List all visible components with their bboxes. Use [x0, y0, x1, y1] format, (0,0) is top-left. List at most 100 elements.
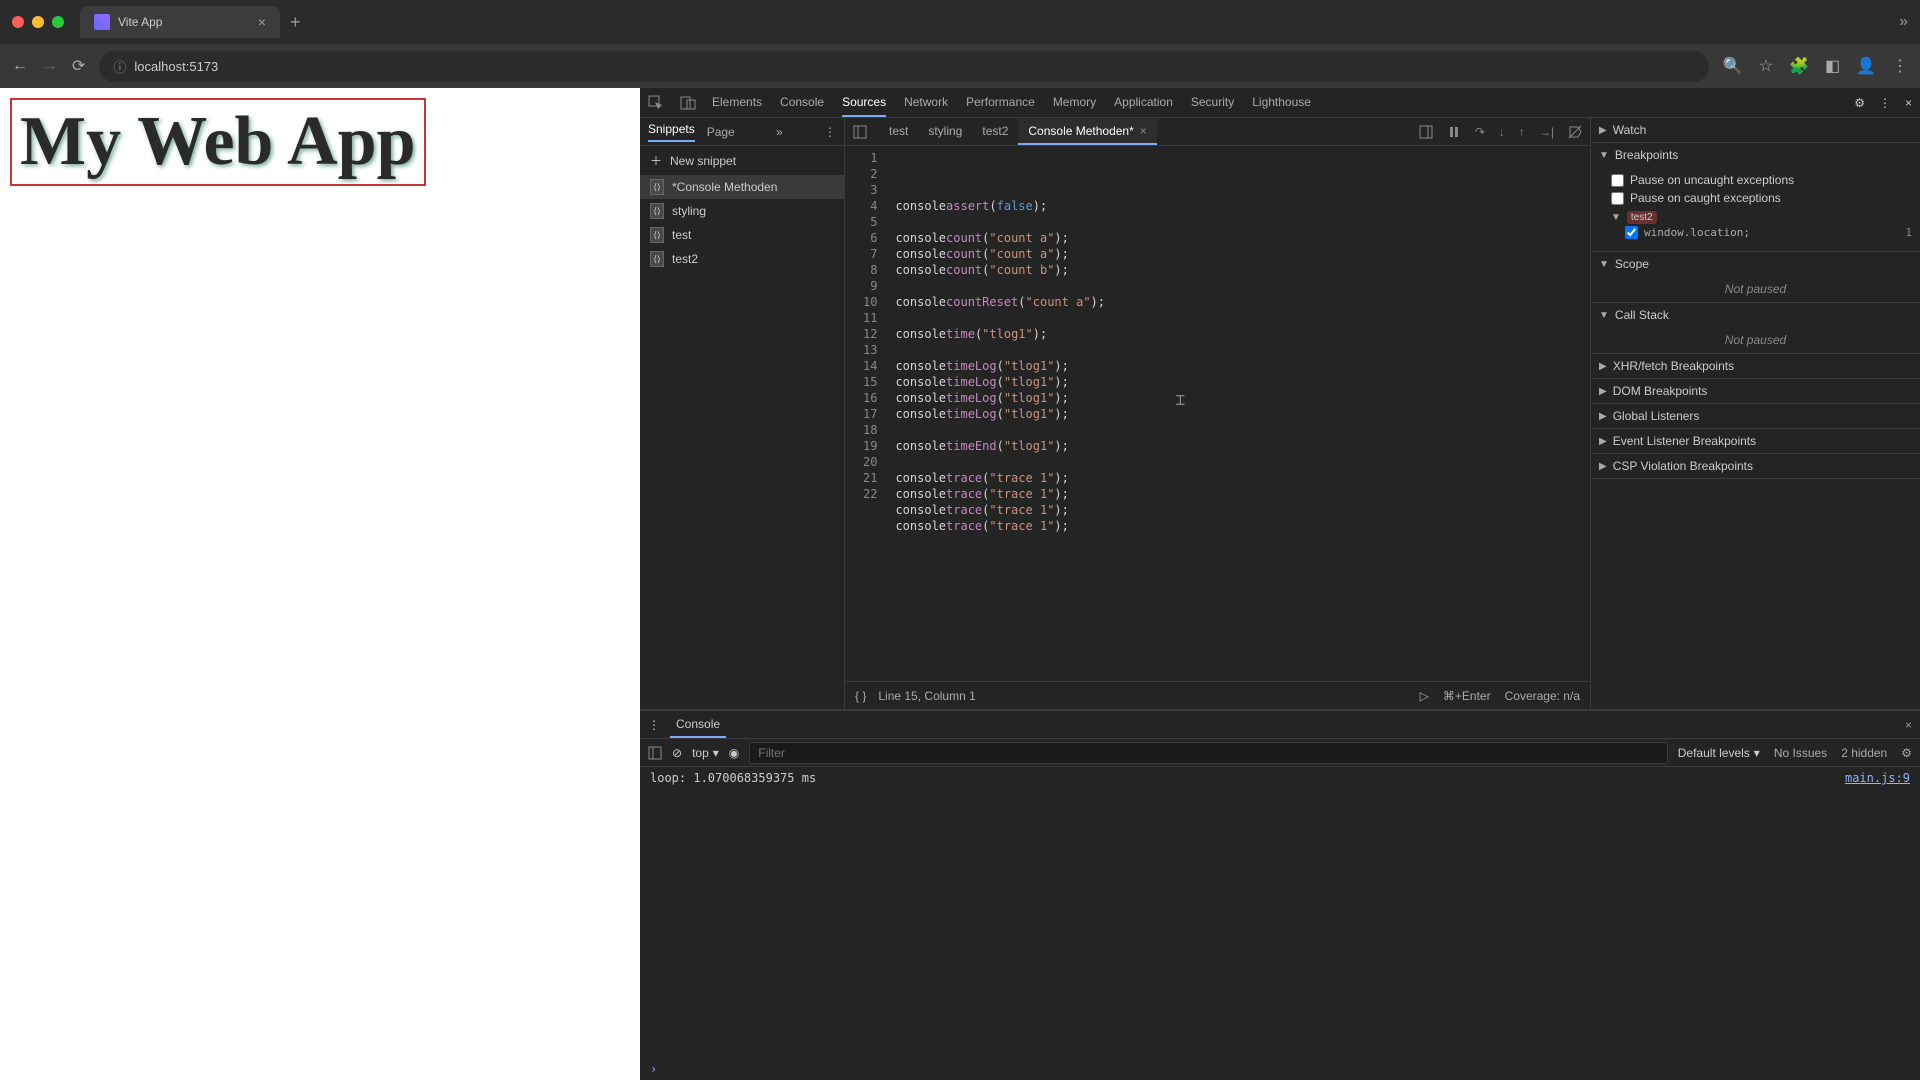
devtools-tab-console[interactable]: Console [780, 89, 824, 117]
maximize-window-icon[interactable] [52, 16, 64, 28]
code-line[interactable]: consoletimeLog("tlog1"); [895, 358, 1105, 374]
console-prompt[interactable]: › [640, 1058, 1920, 1080]
close-window-icon[interactable] [12, 16, 24, 28]
code-line[interactable] [895, 278, 1105, 294]
console-filter-input[interactable] [749, 742, 1667, 764]
extensions-icon[interactable]: 🧩 [1789, 56, 1809, 76]
pause-uncaught-checkbox[interactable] [1611, 174, 1624, 187]
minimize-window-icon[interactable] [32, 16, 44, 28]
code-line[interactable] [895, 214, 1105, 230]
code-line[interactable]: consoletimeLog("tlog1"); [895, 406, 1105, 422]
menu-icon[interactable]: ⋮ [1892, 56, 1908, 76]
code-line[interactable]: consoletime("tlog1"); [895, 326, 1105, 342]
code-line[interactable]: consoletrace("trace 1"); [895, 502, 1105, 518]
code-line[interactable] [895, 422, 1105, 438]
navigator-menu-icon[interactable]: ⋮ [824, 125, 836, 139]
code-line[interactable] [895, 342, 1105, 358]
watch-header[interactable]: ▶Watch [1591, 118, 1920, 142]
code-line[interactable]: consoletimeLog("tlog1"); [895, 390, 1105, 406]
log-levels-selector[interactable]: Default levels▾ [1678, 746, 1760, 760]
devtools-tab-elements[interactable]: Elements [712, 89, 762, 117]
csp-header[interactable]: ▶CSP Violation Breakpoints [1591, 454, 1920, 478]
navigator-more-icon[interactable]: » [776, 125, 783, 139]
snippets-tab[interactable]: Snippets [648, 122, 695, 142]
close-devtools-icon[interactable]: × [1905, 96, 1912, 110]
settings-icon[interactable]: ⚙ [1854, 96, 1865, 110]
forward-button[interactable]: → [42, 57, 58, 75]
close-tab-icon[interactable]: × [1140, 124, 1147, 138]
url-bar[interactable]: ⓘ localhost:5173 [99, 51, 1708, 82]
code-line[interactable]: consolecount("count a"); [895, 230, 1105, 246]
editor-tab[interactable]: test [879, 119, 918, 145]
live-expression-icon[interactable]: ◉ [729, 746, 739, 760]
devtools-tab-security[interactable]: Security [1191, 89, 1234, 117]
back-button[interactable]: ← [12, 57, 28, 75]
pause-uncaught-row[interactable]: Pause on uncaught exceptions [1611, 171, 1912, 189]
breakpoint-checkbox[interactable] [1625, 226, 1638, 239]
breakpoint-group-header[interactable]: ▼test2 [1611, 211, 1912, 224]
snippet-item[interactable]: ⟨⟩styling [640, 199, 844, 223]
drawer-menu-icon[interactable]: ⋮ [648, 718, 660, 732]
code-editor[interactable]: 12345678910111213141516171819202122 ⌶ co… [845, 146, 1590, 681]
snippet-item[interactable]: ⟨⟩test2 [640, 247, 844, 271]
sidepanel-icon[interactable]: ◧ [1825, 56, 1840, 76]
pause-caught-checkbox[interactable] [1611, 192, 1624, 205]
snippet-item[interactable]: ⟨⟩test [640, 223, 844, 247]
step-into-icon[interactable]: ↓ [1499, 125, 1505, 139]
code-line[interactable]: consoletrace("trace 1"); [895, 470, 1105, 486]
breakpoint-entry[interactable]: window.location;1 [1611, 224, 1912, 241]
inspect-element-icon[interactable] [648, 95, 664, 111]
chrome-expand-icon[interactable]: » [1899, 13, 1908, 31]
code-line[interactable]: consoletrace("trace 1"); [895, 518, 1105, 534]
step-icon[interactable]: →| [1539, 125, 1554, 139]
code-line[interactable] [895, 534, 1105, 550]
code-body[interactable]: ⌶ consoleassert(false); consolecount("co… [887, 146, 1113, 681]
pause-icon[interactable] [1447, 125, 1461, 139]
more-icon[interactable]: ⋮ [1879, 96, 1891, 110]
bookmark-icon[interactable]: ☆ [1759, 56, 1773, 76]
code-line[interactable]: consoletrace("trace 1"); [895, 486, 1105, 502]
devtools-tab-network[interactable]: Network [904, 89, 948, 117]
console-sidebar-icon[interactable] [648, 746, 662, 760]
snippet-item[interactable]: ⟨⟩*Console Methoden [640, 175, 844, 199]
devtools-tab-memory[interactable]: Memory [1053, 89, 1096, 117]
code-line[interactable]: consolecountReset("count a"); [895, 294, 1105, 310]
global-header[interactable]: ▶Global Listeners [1591, 404, 1920, 428]
browser-tab[interactable]: Vite App × [80, 6, 280, 38]
hidden-label[interactable]: 2 hidden [1841, 746, 1887, 760]
close-drawer-icon[interactable]: × [1905, 718, 1912, 732]
line-gutter[interactable]: 12345678910111213141516171819202122 [845, 146, 887, 681]
code-line[interactable] [895, 454, 1105, 470]
code-line[interactable]: consolecount("count b"); [895, 262, 1105, 278]
site-info-icon[interactable]: ⓘ [113, 57, 126, 76]
code-line[interactable]: consoletimeLog("tlog1"); [895, 374, 1105, 390]
code-line[interactable]: consolecount("count a"); [895, 246, 1105, 262]
new-tab-button[interactable]: + [290, 12, 301, 33]
scope-header[interactable]: ▼Scope [1591, 252, 1920, 276]
devtools-tab-application[interactable]: Application [1114, 89, 1173, 117]
dom-header[interactable]: ▶DOM Breakpoints [1591, 379, 1920, 403]
event-header[interactable]: ▶Event Listener Breakpoints [1591, 429, 1920, 453]
devtools-tab-lighthouse[interactable]: Lighthouse [1252, 89, 1311, 117]
devtools-tab-performance[interactable]: Performance [966, 89, 1035, 117]
issues-label[interactable]: No Issues [1774, 746, 1827, 760]
code-line[interactable]: consoletimeEnd("tlog1"); [895, 438, 1105, 454]
reload-button[interactable]: ⟳ [72, 56, 85, 76]
run-snippet-icon[interactable]: ▷ [1420, 689, 1429, 703]
step-over-icon[interactable]: ↷ [1475, 125, 1485, 139]
console-source-link[interactable]: main.js:9 [1845, 771, 1910, 785]
console-settings-icon[interactable]: ⚙ [1901, 746, 1912, 760]
context-selector[interactable]: top▾ [692, 746, 719, 760]
new-snippet-button[interactable]: ＋ New snippet [640, 146, 844, 175]
console-drawer-tab[interactable]: Console [670, 712, 726, 738]
step-out-icon[interactable]: ↑ [1519, 125, 1525, 139]
code-line[interactable]: consoleassert(false); [895, 198, 1105, 214]
deactivate-breakpoints-icon[interactable] [1568, 125, 1582, 139]
zoom-icon[interactable]: 🔍 [1723, 56, 1743, 76]
tab-close-icon[interactable]: × [258, 14, 266, 30]
xhr-header[interactable]: ▶XHR/fetch Breakpoints [1591, 354, 1920, 378]
clear-console-icon[interactable]: ⊘ [672, 746, 682, 760]
profile-icon[interactable]: 👤 [1856, 56, 1876, 76]
breakpoints-header[interactable]: ▼Breakpoints [1591, 143, 1920, 167]
editor-tab[interactable]: test2 [972, 119, 1018, 145]
